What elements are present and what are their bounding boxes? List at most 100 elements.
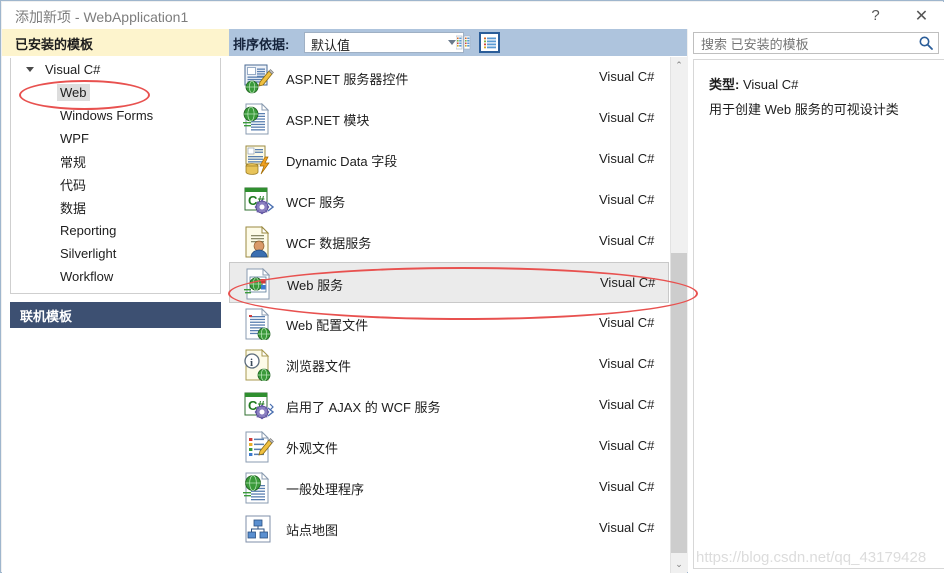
sort-by-value: 默认值 bbox=[311, 38, 351, 53]
template-row[interactable]: ASP.NET 服务器控件 Visual C# bbox=[229, 57, 669, 98]
template-name: Dynamic Data 字段 bbox=[286, 154, 398, 169]
template-name: ASP.NET 模块 bbox=[286, 113, 370, 128]
tree-item-2[interactable]: Windows Forms bbox=[11, 104, 220, 127]
tree-item-label: Reporting bbox=[60, 223, 117, 238]
installed-templates-header: 已安装的模板 bbox=[2, 29, 229, 56]
template-name: ASP.NET 服务器控件 bbox=[286, 72, 409, 87]
ajax-wcf-service-icon: C# bbox=[242, 390, 275, 422]
template-details: 类型: Visual C# 用于创建 Web 服务的可视设计类 bbox=[693, 59, 944, 569]
search-box[interactable] bbox=[693, 32, 939, 55]
site-map-icon bbox=[242, 513, 274, 545]
scrollbar-thumb[interactable] bbox=[671, 253, 687, 553]
template-language: Visual C# bbox=[599, 356, 655, 371]
tiles-view-icon[interactable] bbox=[453, 32, 474, 53]
wcf-service-icon: C# bbox=[242, 185, 275, 217]
template-row[interactable]: Dynamic Data 字段 Visual C# bbox=[229, 139, 669, 180]
template-language: Visual C# bbox=[599, 520, 655, 535]
aspnet-server-control-icon bbox=[242, 62, 274, 94]
window-title: 添加新项 - WebApplication1 bbox=[15, 9, 189, 25]
tree-item-3[interactable]: WPF bbox=[11, 127, 220, 150]
tree-item-5[interactable]: 代码 bbox=[11, 173, 220, 196]
skin-file-icon bbox=[242, 430, 274, 463]
template-row[interactable]: Web 配置文件 Visual C# bbox=[229, 303, 669, 344]
template-language: Visual C# bbox=[599, 315, 655, 330]
dynamic-data-field-icon bbox=[242, 144, 274, 176]
template-name: 启用了 AJAX 的 WCF 服务 bbox=[286, 400, 441, 415]
template-row[interactable]: C# WCF 服务 Visual C# bbox=[229, 180, 669, 221]
online-templates-label: 联机模板 bbox=[20, 308, 73, 324]
sort-toolbar: 排序依据: 默认值 bbox=[229, 29, 687, 56]
template-language: Visual C# bbox=[599, 110, 655, 125]
tree-node-visual-csharp[interactable]: Visual C# bbox=[11, 58, 220, 81]
detail-description: 用于创建 Web 服务的可视设计类 bbox=[709, 102, 899, 117]
tree-item-label: 常规 bbox=[60, 155, 87, 170]
template-name: Web 服务 bbox=[287, 278, 344, 293]
browser-file-icon: i bbox=[242, 348, 274, 382]
tree-item-label: Web bbox=[57, 84, 90, 101]
template-language: Visual C# bbox=[599, 479, 655, 494]
online-templates-section[interactable]: 联机模板 bbox=[10, 302, 221, 328]
web-config-file-icon bbox=[242, 307, 274, 341]
template-language: Visual C# bbox=[599, 192, 655, 207]
tree-item-label: 数据 bbox=[60, 201, 87, 216]
template-row[interactable]: ASP.NET 模块 Visual C# bbox=[229, 98, 669, 139]
search-input[interactable] bbox=[699, 33, 915, 55]
tree-item-4[interactable]: 常规 bbox=[11, 150, 220, 173]
title-bar: 添加新项 - WebApplication1 ? ✕ bbox=[2, 2, 944, 29]
tree-item-7[interactable]: Reporting bbox=[11, 219, 220, 242]
chevron-down-icon[interactable] bbox=[26, 67, 34, 72]
template-row[interactable]: i 浏览器文件 Visual C# bbox=[229, 344, 669, 385]
tree-node-label: Visual C# bbox=[45, 62, 101, 77]
template-row[interactable]: C# 启用了 AJAX 的 WCF 服务 Visual C# bbox=[229, 385, 669, 426]
search-icon[interactable] bbox=[918, 35, 934, 51]
template-list[interactable]: ASP.NET 服务器控件 Visual C# ASP.NET 模块 Visual C… bbox=[229, 57, 669, 573]
template-language: Visual C# bbox=[599, 233, 655, 248]
tree-item-9[interactable]: Workflow bbox=[11, 265, 220, 288]
category-tree: Visual C# Web Windows Forms WPF 常规代码数据 Repor… bbox=[10, 58, 221, 294]
template-row[interactable]: 一般处理程序 Visual C# bbox=[229, 467, 669, 508]
template-name: 站点地图 bbox=[286, 523, 339, 538]
close-icon[interactable]: ✕ bbox=[899, 2, 944, 29]
sort-by-dropdown[interactable]: 默认值 bbox=[304, 32, 464, 53]
template-language: Visual C# bbox=[599, 438, 655, 453]
detail-type-value: Visual C# bbox=[742, 77, 799, 92]
template-language: Visual C# bbox=[599, 69, 655, 84]
template-name: WCF 数据服务 bbox=[286, 236, 372, 251]
template-list-scrollbar[interactable]: ⌃ ⌄ bbox=[670, 57, 687, 573]
tree-item-6[interactable]: 数据 bbox=[11, 196, 220, 219]
template-row[interactable]: WCF 数据服务 Visual C# bbox=[229, 221, 669, 262]
generic-handler-icon bbox=[242, 471, 274, 504]
tree-item-1[interactable]: Web bbox=[11, 81, 220, 104]
wcf-data-service-icon bbox=[242, 225, 274, 258]
template-name: WCF 服务 bbox=[286, 195, 346, 210]
template-name: Web 配置文件 bbox=[286, 318, 369, 333]
tree-item-label: WPF bbox=[60, 131, 89, 146]
tree-item-label: Windows Forms bbox=[60, 108, 154, 123]
template-row[interactable]: Web 服务 Visual C# bbox=[229, 262, 669, 303]
tree-item-label: 代码 bbox=[60, 178, 87, 193]
svg-text:i: i bbox=[250, 357, 253, 369]
template-language: Visual C# bbox=[600, 275, 656, 290]
template-row[interactable]: 外观文件 Visual C# bbox=[229, 426, 669, 467]
template-row[interactable]: 站点地图 Visual C# bbox=[229, 508, 669, 549]
tree-item-label: Silverlight bbox=[60, 246, 117, 261]
tree-children: Web Windows Forms WPF 常规代码数据 Reporting Silver… bbox=[11, 81, 220, 288]
template-name: 一般处理程序 bbox=[286, 482, 365, 497]
aspnet-module-icon bbox=[242, 102, 274, 135]
detail-type-label: 类型: bbox=[709, 77, 740, 92]
tree-item-label: Workflow bbox=[60, 269, 114, 284]
tree-item-8[interactable]: Silverlight bbox=[11, 242, 220, 265]
scroll-down-icon[interactable]: ⌄ bbox=[671, 556, 687, 573]
scroll-up-icon[interactable]: ⌃ bbox=[671, 57, 687, 74]
template-name: 外观文件 bbox=[286, 441, 339, 456]
installed-templates-panel: 已安装的模板 Visual C# Web Windows Forms WPF 常规代码… bbox=[2, 29, 229, 573]
help-icon[interactable]: ? bbox=[853, 2, 898, 29]
details-panel-container: 类型: Visual C# 用于创建 Web 服务的可视设计类 bbox=[688, 29, 944, 573]
template-name: 浏览器文件 bbox=[286, 359, 352, 374]
templates-panel: 排序依据: 默认值 ASP.NET 服务器控件 Visual C# ASP.NE… bbox=[229, 29, 687, 573]
list-view-icon[interactable] bbox=[479, 32, 500, 53]
detail-type-row: 类型: Visual C# bbox=[709, 74, 798, 93]
template-language: Visual C# bbox=[599, 151, 655, 166]
template-language: Visual C# bbox=[599, 397, 655, 412]
web-service-icon bbox=[243, 267, 275, 300]
